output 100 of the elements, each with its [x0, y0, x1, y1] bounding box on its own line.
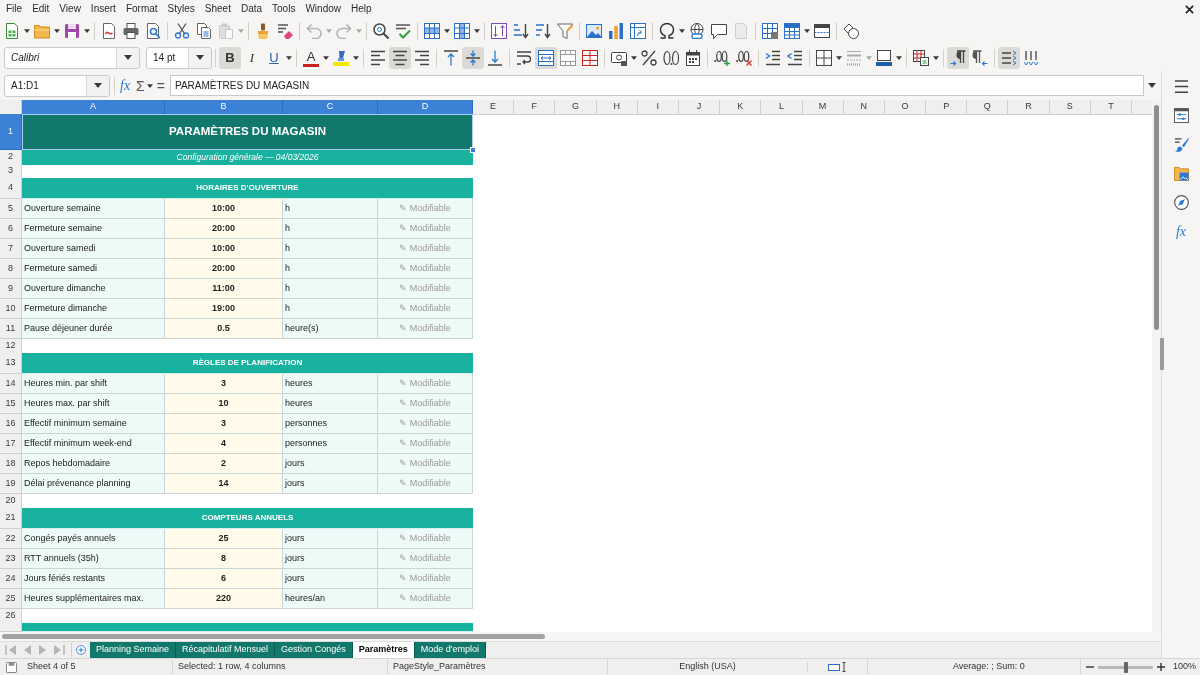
- close-icon[interactable]: [1185, 4, 1194, 14]
- parameter-label-cell[interactable]: Heures supplémentaires max.: [22, 589, 165, 609]
- dropdown-caret-icon[interactable]: [286, 55, 292, 60]
- rows-button[interactable]: [421, 20, 443, 42]
- menu-item[interactable]: Edit: [27, 0, 55, 18]
- sheet-tab[interactable]: Paramètres: [352, 642, 415, 658]
- row-header[interactable]: 7: [0, 239, 22, 259]
- sort-button[interactable]: [488, 20, 510, 42]
- row-header[interactable]: 6: [0, 219, 22, 239]
- scroll-thumb[interactable]: [1154, 105, 1159, 330]
- parameter-value-cell[interactable]: 10:00: [165, 239, 283, 259]
- row-header[interactable]: 12: [0, 339, 22, 354]
- parameter-value-cell[interactable]: 2: [165, 454, 283, 474]
- dropdown-caret-icon[interactable]: [896, 55, 902, 60]
- menu-item[interactable]: File: [1, 0, 28, 18]
- parameter-value-cell[interactable]: 10:00: [165, 199, 283, 219]
- parameter-value-cell[interactable]: 8: [165, 549, 283, 569]
- parameter-value-cell[interactable]: 6: [165, 569, 283, 589]
- column-header[interactable]: A: [22, 100, 165, 115]
- parameter-value-cell[interactable]: 14: [165, 474, 283, 494]
- menu-item[interactable]: Help: [346, 0, 377, 18]
- dropdown-caret-icon[interactable]: [353, 55, 359, 60]
- row-header[interactable]: 25: [0, 589, 22, 609]
- row-header[interactable]: 23: [0, 549, 22, 569]
- column-header[interactable]: E: [473, 100, 515, 115]
- parameter-value-cell[interactable]: 20:00: [165, 219, 283, 239]
- font-color-button[interactable]: A: [303, 48, 319, 67]
- freeze-button[interactable]: [781, 20, 803, 42]
- expand-formula-bar-caret-icon[interactable]: [1148, 83, 1156, 88]
- parameter-label-cell[interactable]: Ouverture dimanche: [22, 279, 165, 299]
- dropdown-caret-icon[interactable]: [933, 55, 939, 60]
- menu-item[interactable]: Format: [120, 0, 163, 18]
- row-header[interactable]: 13: [0, 353, 22, 374]
- row-header[interactable]: 20: [0, 494, 22, 509]
- align-middle-button[interactable]: [462, 46, 484, 69]
- unit-cell[interactable]: h: [283, 219, 378, 239]
- parameter-label-cell[interactable]: Pause déjeuner durée: [22, 319, 165, 339]
- zoom-slider-thumb[interactable]: [1123, 661, 1128, 673]
- parameter-value-cell[interactable]: 11:00: [165, 279, 283, 299]
- menu-item[interactable]: Data: [235, 0, 268, 18]
- language-text[interactable]: English (USA): [679, 660, 736, 674]
- menu-item[interactable]: Window: [300, 0, 346, 18]
- bold-button[interactable]: B: [219, 46, 241, 69]
- parameter-value-cell[interactable]: 0.5: [165, 319, 283, 339]
- parameter-value-cell[interactable]: 25: [165, 529, 283, 549]
- sheet-tab[interactable]: Gestion Congés: [275, 642, 353, 658]
- parameter-value-cell[interactable]: 3: [165, 374, 283, 394]
- dropdown-caret-icon[interactable]: [146, 83, 153, 88]
- dropdown-caret-icon[interactable]: [804, 29, 810, 33]
- column-header[interactable]: P: [926, 100, 968, 115]
- parameter-value-cell[interactable]: 4: [165, 434, 283, 454]
- parameter-value-cell[interactable]: 3: [165, 414, 283, 434]
- row-header[interactable]: 26: [0, 609, 22, 624]
- dropdown-caret-icon[interactable]: [836, 55, 842, 60]
- column-header[interactable]: N: [843, 100, 885, 115]
- columns-button[interactable]: [451, 20, 473, 42]
- sheet-tab[interactable]: Mode d'emploi: [414, 642, 486, 658]
- unit-cell[interactable]: jours: [283, 529, 378, 549]
- formula-input[interactable]: PARAMÈTRES DU MAGASIN: [169, 75, 1144, 96]
- column-header[interactable]: F: [514, 100, 556, 115]
- column-header[interactable]: L: [761, 100, 803, 115]
- column-header[interactable]: B: [165, 100, 283, 115]
- select-all-corner[interactable]: [0, 100, 22, 115]
- align-center-button[interactable]: [389, 46, 411, 69]
- dropdown-caret-icon[interactable]: [444, 29, 450, 33]
- column-header[interactable]: S: [1049, 100, 1091, 115]
- menu-item[interactable]: Tools: [267, 0, 301, 18]
- row-header[interactable]: 1: [0, 114, 22, 150]
- dropdown-button[interactable]: [86, 75, 109, 96]
- horizontal-scrollbar-thumb[interactable]: [2, 634, 545, 639]
- parameter-label-cell[interactable]: Heures max. par shift: [22, 394, 165, 414]
- horizontal-text-button[interactable]: [998, 46, 1020, 69]
- fill-handle-icon[interactable]: [470, 147, 476, 153]
- functions-button[interactable]: fx: [1170, 220, 1192, 242]
- row-header[interactable]: 9: [0, 279, 22, 299]
- column-header[interactable]: D: [378, 100, 473, 115]
- row-header[interactable]: 3: [0, 164, 22, 179]
- unit-cell[interactable]: h: [283, 279, 378, 299]
- menu-item[interactable]: Styles: [162, 0, 200, 18]
- find-replace-button[interactable]: [370, 20, 392, 42]
- dropdown-caret-icon[interactable]: [54, 29, 60, 33]
- unit-cell[interactable]: heures: [283, 394, 378, 414]
- column-header[interactable]: H: [596, 100, 638, 115]
- merge-center-button[interactable]: [535, 46, 557, 69]
- sum-button[interactable]: Σ: [135, 76, 146, 95]
- zoom-in-icon[interactable]: [1157, 663, 1165, 671]
- zoom-percent-text[interactable]: 100%: [1173, 660, 1197, 674]
- column-header[interactable]: Q: [967, 100, 1009, 115]
- parameter-label-cell[interactable]: Effectif minimum semaine: [22, 414, 165, 434]
- parameter-label-cell[interactable]: Heures min. par shift: [22, 374, 165, 394]
- column-header[interactable]: C: [283, 100, 378, 115]
- column-header[interactable]: T: [1090, 100, 1132, 115]
- parameter-label-cell[interactable]: Fermeture dimanche: [22, 299, 165, 319]
- parameter-label-cell[interactable]: Fermeture samedi: [22, 259, 165, 279]
- parameter-label-cell[interactable]: Ouverture samedi: [22, 239, 165, 259]
- zoom-out-icon[interactable]: [1086, 663, 1094, 671]
- sheet-tab[interactable]: Planning Semaine: [90, 642, 177, 658]
- row-header[interactable]: 11: [0, 319, 22, 339]
- parameter-value-cell[interactable]: 10: [165, 394, 283, 414]
- function-wizard-button[interactable]: fx: [119, 76, 132, 95]
